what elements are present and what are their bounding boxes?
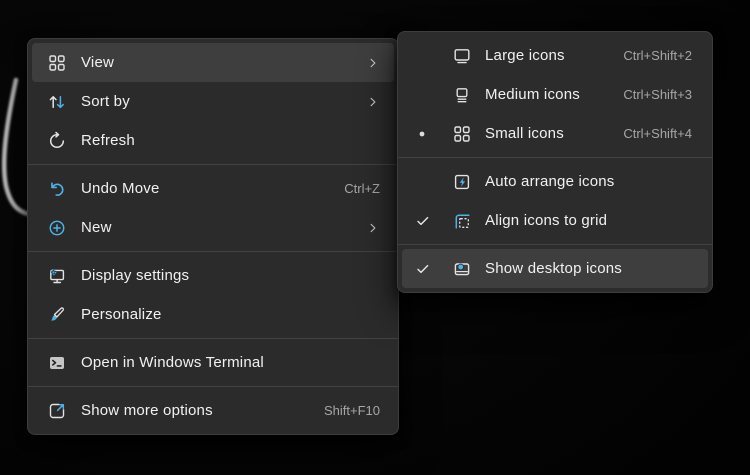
undo-icon [47, 179, 67, 199]
chevron-right-icon [366, 56, 380, 70]
menu-item-show-desktop-icons[interactable]: Show desktop icons [402, 249, 708, 288]
menu-item-label: Large icons [485, 47, 565, 64]
show-desktop-icon [452, 259, 472, 279]
menu-item-shortcut: Shift+F10 [323, 403, 380, 418]
menu-item-label: Align icons to grid [485, 212, 608, 229]
menu-item-label: Undo Move [81, 180, 160, 197]
checkmark-icon [411, 211, 452, 231]
medium-icons-icon [452, 85, 472, 105]
auto-arrange-icon [452, 172, 472, 192]
menu-item-personalize[interactable]: Personalize [32, 295, 394, 334]
menu-item-large-icons[interactable]: Large icons Ctrl+Shift+2 [402, 36, 708, 75]
menu-item-view[interactable]: View [32, 43, 394, 82]
check-column-spacer [411, 46, 452, 66]
menu-item-label: Sort by [81, 93, 130, 110]
sort-icon [47, 92, 67, 112]
refresh-icon [47, 131, 67, 151]
menu-item-medium-icons[interactable]: Medium icons Ctrl+Shift+3 [402, 75, 708, 114]
menu-item-display-settings[interactable]: Display settings [32, 256, 394, 295]
small-icons-icon [452, 124, 472, 144]
menu-item-new[interactable]: New [32, 208, 394, 247]
personalize-icon [47, 305, 67, 325]
display-settings-icon [47, 266, 67, 286]
menu-separator [28, 251, 398, 252]
menu-separator [398, 244, 712, 245]
menu-item-refresh[interactable]: Refresh [32, 121, 394, 160]
chevron-right-icon [366, 221, 380, 235]
menu-item-open-in-windows-terminal[interactable]: Open in Windows Terminal [32, 343, 394, 382]
show-more-icon [47, 401, 67, 421]
align-grid-icon [452, 211, 472, 231]
new-icon [47, 218, 67, 238]
menu-item-label: Refresh [81, 132, 135, 149]
menu-item-shortcut: Ctrl+Shift+4 [623, 126, 692, 141]
menu-item-label: Personalize [81, 306, 162, 323]
check-column-spacer [411, 85, 452, 105]
menu-item-shortcut: Ctrl+Shift+3 [623, 87, 692, 102]
menu-item-sort-by[interactable]: Sort by [32, 82, 394, 121]
menu-item-label: Medium icons [485, 86, 580, 103]
menu-item-label: New [81, 219, 112, 236]
check-column-spacer [411, 172, 452, 192]
menu-item-label: Display settings [81, 267, 190, 284]
menu-item-label: Show desktop icons [485, 260, 623, 277]
desktop-context-menu: View Sort by Refresh Undo Move Ctrl+Z New Disp… [27, 38, 399, 435]
menu-item-label: Show more options [81, 402, 213, 419]
large-icons-icon [452, 46, 472, 66]
menu-separator [28, 386, 398, 387]
menu-separator [28, 164, 398, 165]
menu-item-show-more-options[interactable]: Show more options Shift+F10 [32, 391, 394, 430]
checkmark-icon [411, 259, 452, 279]
menu-item-align-icons-to-grid[interactable]: Align icons to grid [402, 201, 708, 240]
menu-item-label: Small icons [485, 125, 564, 142]
view-grid-icon [47, 53, 67, 73]
menu-item-undo-move[interactable]: Undo Move Ctrl+Z [32, 169, 394, 208]
menu-item-shortcut: Ctrl+Z [344, 181, 380, 196]
menu-item-shortcut: Ctrl+Shift+2 [623, 48, 692, 63]
menu-item-label: View [81, 54, 115, 71]
view-submenu: Large icons Ctrl+Shift+2 Medium icons Ctrl+… [397, 31, 713, 293]
menu-item-small-icons[interactable]: Small icons Ctrl+Shift+4 [402, 114, 708, 153]
menu-item-auto-arrange-icons[interactable]: Auto arrange icons [402, 162, 708, 201]
menu-separator [28, 338, 398, 339]
menu-separator [398, 157, 712, 158]
terminal-icon [47, 353, 67, 373]
chevron-right-icon [366, 95, 380, 109]
menu-item-label: Auto arrange icons [485, 173, 615, 190]
radio-dot-icon [411, 124, 452, 144]
menu-item-label: Open in Windows Terminal [81, 354, 264, 371]
